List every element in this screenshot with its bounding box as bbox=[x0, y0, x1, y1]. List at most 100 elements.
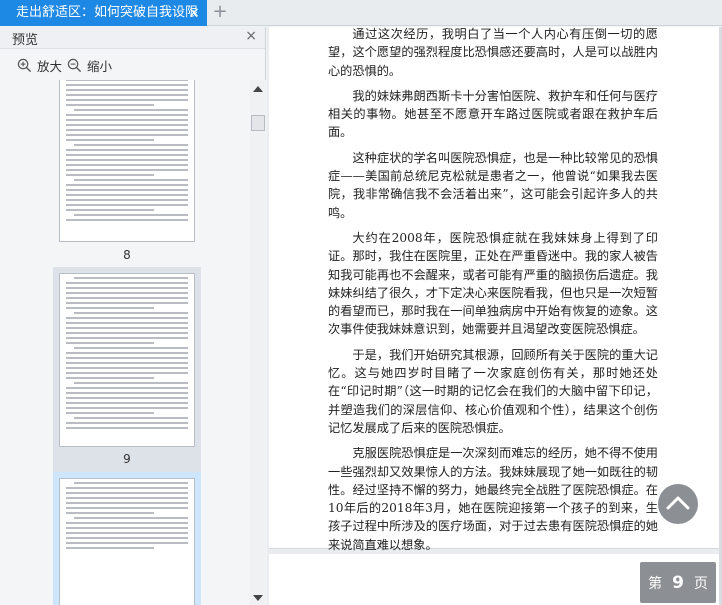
thumbnail-text-line bbox=[66, 372, 188, 374]
thumbnail-text-line bbox=[66, 497, 188, 499]
tab-bar: 走出舒适区：如何突破自我设限 × + bbox=[0, 0, 722, 26]
thumbnail-text-line bbox=[66, 422, 188, 424]
thumbnail-text-line bbox=[66, 407, 188, 409]
preview-title: 预览 bbox=[12, 33, 39, 48]
thumbnail-text-line bbox=[66, 492, 188, 494]
thumbnail-text-line bbox=[66, 189, 188, 191]
thumbnail-text-line bbox=[66, 174, 154, 176]
thumbnail-text-line bbox=[66, 397, 188, 399]
preview-panel: 预览 × 放大 缩小 8 9 bbox=[0, 27, 266, 605]
thumbnail-text-line bbox=[66, 89, 188, 91]
thumbnail-text-line bbox=[66, 287, 188, 289]
thumbnail-text-line bbox=[66, 522, 188, 524]
thumbnail-page-label: 8 bbox=[123, 248, 131, 262]
thumbnail-text-line bbox=[66, 199, 188, 201]
document-paragraph: 克服医院恐惧症是一次深刻而难忘的经历，她不得不使用一些强烈却又效果惊人的方法。我… bbox=[328, 446, 658, 552]
zoom-out-button[interactable]: 缩小 bbox=[67, 56, 112, 75]
thumbnail-text-line bbox=[74, 517, 188, 519]
thumbnail-text-line bbox=[66, 402, 188, 404]
thumbnail-text-line bbox=[66, 194, 188, 196]
close-preview-icon[interactable]: × bbox=[245, 28, 257, 44]
thumbnail-text-line bbox=[66, 297, 188, 299]
document-paragraph: 这种症状的学名叫医院恐惧症，也是一种比较常见的恐惧症——美国前总统尼克松就是患者… bbox=[328, 150, 658, 220]
page-indicator: 第 9 页 bbox=[640, 562, 716, 603]
thumbnail-text-line bbox=[66, 387, 188, 389]
document-page: 通过这次经历，我明白了当一个人内心有压倒一切的愿望，这个愿望的强烈程度比恐惧感还… bbox=[269, 27, 719, 605]
zoom-out-label: 缩小 bbox=[87, 59, 113, 74]
thumbnail-text-line bbox=[66, 139, 154, 141]
thumbnail-text-line bbox=[66, 149, 188, 151]
thumbnail-text-line bbox=[66, 159, 188, 161]
zoom-out-icon bbox=[67, 58, 82, 73]
document-paragraph: 通过这次经历，我明白了当一个人内心有压倒一切的愿望，这个愿望的强烈程度比恐惧感还… bbox=[328, 27, 658, 78]
thumbnail-page-image bbox=[59, 80, 195, 242]
thumbnail-text-line bbox=[66, 80, 188, 81]
thumbnail-text-line bbox=[74, 144, 188, 146]
page-indicator-suffix: 页 bbox=[693, 575, 708, 592]
thumbnail-text-line bbox=[66, 327, 188, 329]
thumbnail-text-line bbox=[66, 342, 154, 344]
thumbnail-text-line bbox=[66, 362, 188, 364]
preview-scrollbar[interactable] bbox=[250, 80, 266, 605]
thumbnail-text-line bbox=[66, 184, 188, 186]
thumbnail-text-line bbox=[66, 154, 188, 156]
thumbnail-text-line bbox=[66, 114, 188, 116]
thumbnail-text-line bbox=[74, 109, 188, 111]
document-text: 通过这次经历，我明白了当一个人内心有压倒一切的愿望，这个愿望的强烈程度比恐惧感还… bbox=[328, 25, 658, 605]
thumbnail-text-line bbox=[66, 134, 188, 136]
thumbnail-text-line bbox=[66, 322, 188, 324]
scroll-down-icon[interactable] bbox=[253, 595, 263, 601]
thumbnail-text-line bbox=[74, 214, 188, 216]
thumbnail-text-line bbox=[66, 542, 188, 544]
page-number: 9 bbox=[672, 572, 684, 593]
thumbnail-text-line bbox=[66, 292, 188, 294]
document-viewer[interactable]: 通过这次经历，我明白了当一个人内心有压倒一切的愿望，这个愿望的强烈程度比恐惧感还… bbox=[267, 27, 722, 605]
thumbnail-text-line bbox=[66, 119, 188, 121]
thumbnail-text-line bbox=[66, 307, 154, 309]
document-tab[interactable]: 走出舒适区：如何突破自我设限 × bbox=[0, 0, 207, 26]
thumbnail-text-line bbox=[66, 392, 188, 394]
zoom-controls: 放大 缩小 bbox=[0, 49, 265, 79]
thumbnail-text-line bbox=[66, 204, 188, 206]
page-indicator-prefix: 第 bbox=[648, 575, 663, 592]
thumbnail-text-line bbox=[74, 382, 188, 384]
thumbnail-text-line bbox=[74, 482, 188, 484]
thumbnail-text-line bbox=[66, 487, 188, 489]
document-paragraph: 我的妹妹弗朗西斯卡十分害怕医院、救护车和任何与医疗相关的事物。她甚至不愿意开车路… bbox=[328, 88, 658, 140]
chevron-up-icon bbox=[666, 496, 690, 510]
thumbnail-text-line bbox=[66, 527, 188, 529]
thumbnail-text-line bbox=[66, 412, 154, 414]
thumbnail-text-line bbox=[66, 164, 188, 166]
scroll-up-icon[interactable] bbox=[253, 86, 263, 92]
new-tab-icon[interactable]: + bbox=[212, 0, 228, 26]
thumbnail-text-line bbox=[74, 277, 188, 279]
thumbnail-page-9[interactable]: 9 bbox=[53, 267, 201, 472]
close-tab-icon[interactable]: × bbox=[187, 0, 201, 26]
thumbnail-text-line bbox=[66, 332, 188, 334]
thumbnail-text-line bbox=[66, 282, 188, 284]
thumbnail-page-10[interactable] bbox=[53, 472, 201, 605]
back-to-top-button[interactable] bbox=[658, 484, 698, 524]
thumbnail-text-line bbox=[74, 417, 188, 419]
thumbnail-text-line bbox=[66, 209, 154, 211]
document-paragraph: 于是，我们开始研究其根源，回顾所有关于医院的重大记忆。这与她四岁时目睹了一次家庭… bbox=[328, 347, 658, 435]
thumbnail-text-line bbox=[66, 427, 188, 429]
thumbnail-text-line bbox=[66, 537, 188, 539]
thumbnail-text-line bbox=[66, 317, 188, 319]
thumbnail-page-label: 9 bbox=[123, 452, 131, 466]
thumbnail-text-line bbox=[66, 84, 188, 86]
thumbnail-text-line bbox=[66, 169, 188, 171]
scrollbar-thumb[interactable] bbox=[251, 115, 265, 131]
zoom-in-icon bbox=[17, 58, 32, 73]
thumbnail-text-line bbox=[66, 302, 188, 304]
preview-header: 预览 × bbox=[0, 27, 265, 49]
thumbnail-list: 8 9 bbox=[0, 80, 250, 605]
thumbnail-page-8[interactable]: 8 bbox=[53, 80, 201, 262]
thumbnail-text-line bbox=[66, 337, 188, 339]
thumbnail-text-line bbox=[66, 99, 188, 101]
thumbnail-text-line bbox=[66, 532, 188, 534]
thumbnail-text-line bbox=[66, 104, 154, 106]
zoom-in-button[interactable]: 放大 bbox=[17, 56, 62, 75]
thumbnail-text-line bbox=[74, 312, 188, 314]
thumbnail-text-line bbox=[66, 124, 188, 126]
